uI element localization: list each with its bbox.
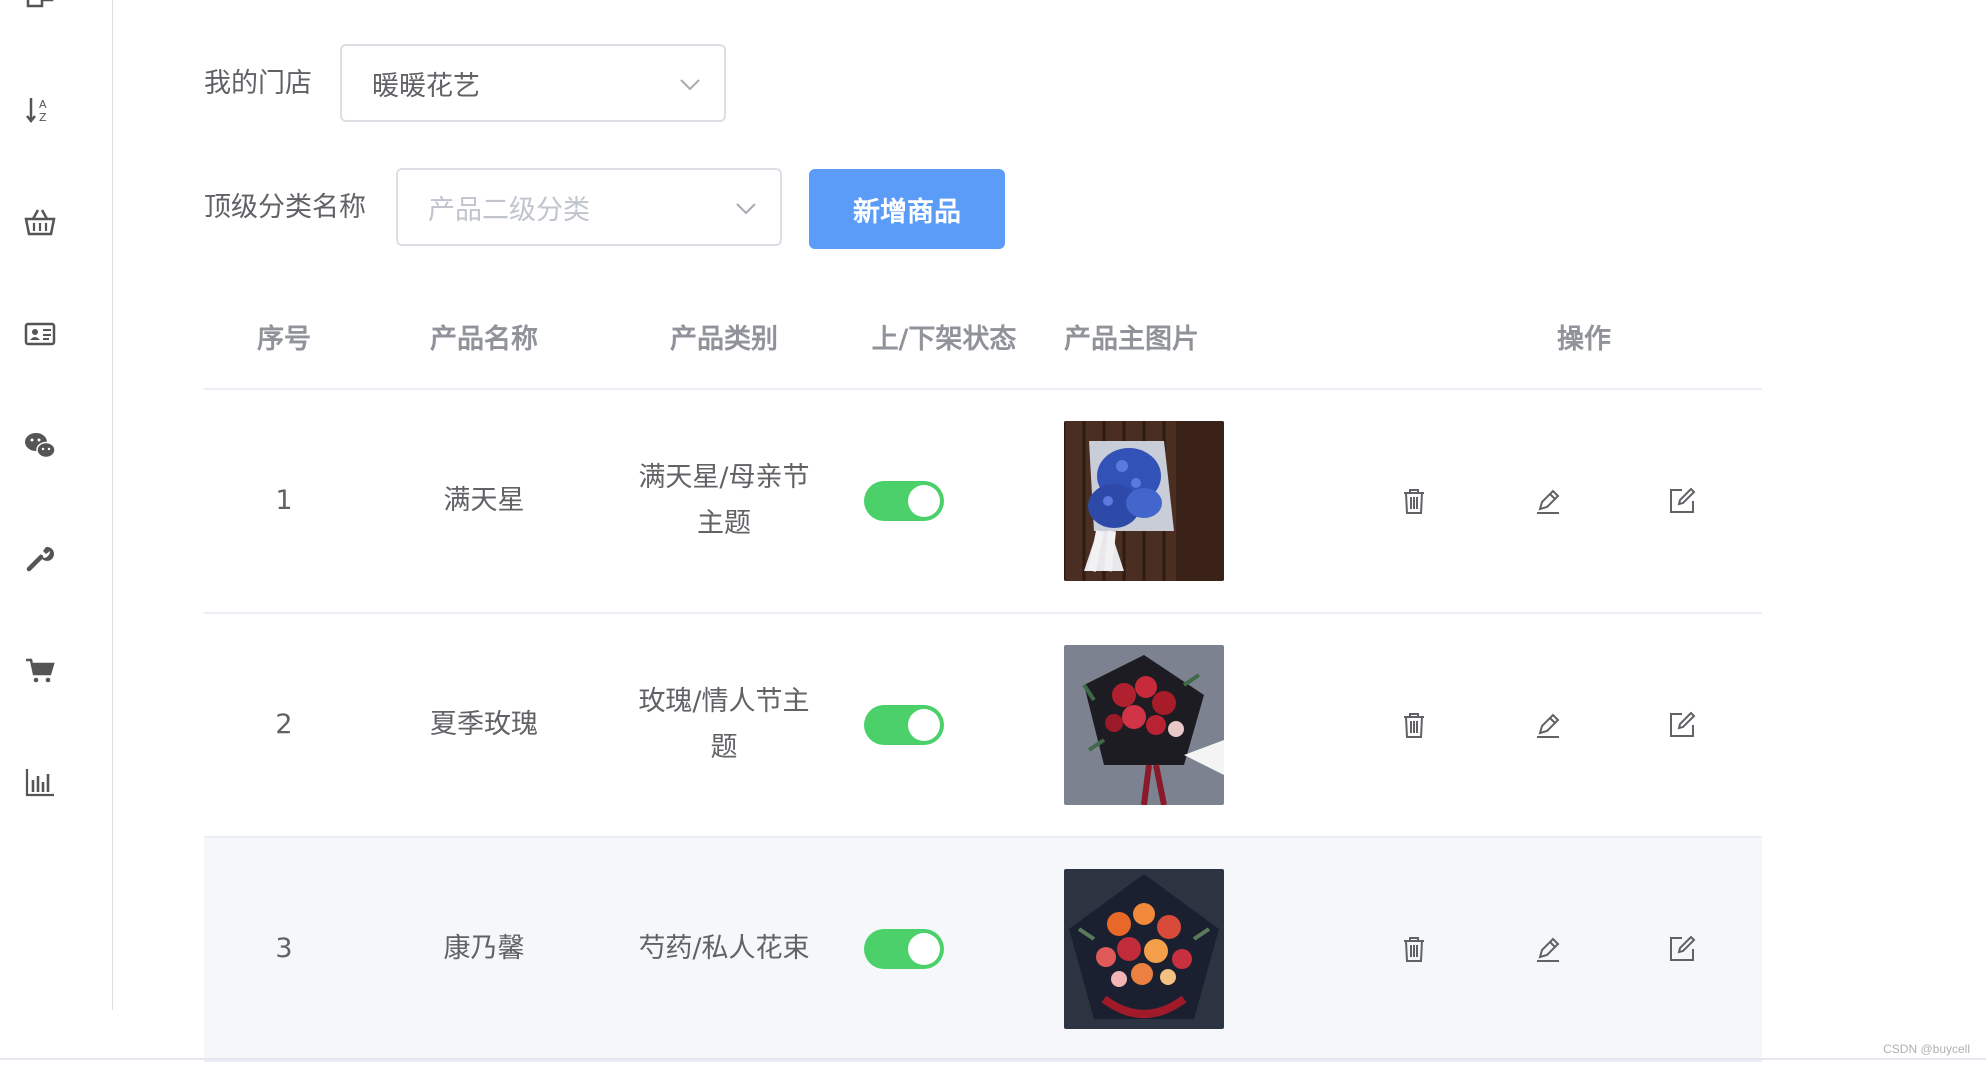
row-index: 3 <box>275 933 293 964</box>
row-category: 芍药/私人花束 <box>638 933 810 964</box>
row-index: 2 <box>275 709 293 740</box>
header-actions: 操作 <box>1557 324 1611 355</box>
category-select-placeholder: 产品二级分类 <box>428 194 590 226</box>
row-category: 满天星/母亲节 主题 <box>638 462 810 539</box>
store-label: 我的门店 <box>204 68 312 99</box>
row-category: 玫瑰/情人节主题 <box>638 686 810 763</box>
sidebar: AZ <box>0 0 113 1010</box>
row-name: 满天星 <box>443 485 525 516</box>
store-select[interactable]: 暖暖花艺 <box>340 44 726 122</box>
status-switch[interactable] <box>864 929 944 969</box>
edit-pencil-icon[interactable] <box>1532 485 1564 517</box>
bottom-divider <box>0 1058 1986 1060</box>
row-delete <box>1374 390 1454 612</box>
category-select[interactable]: 产品二级分类 <box>396 168 782 246</box>
chevron-down-icon <box>680 79 700 91</box>
product-thumbnail[interactable] <box>1064 869 1224 1029</box>
delete-icon[interactable] <box>1398 933 1430 965</box>
row-edit <box>1508 838 1588 1060</box>
row-status <box>864 390 944 612</box>
row-delete <box>1374 838 1454 1060</box>
windows-icon[interactable] <box>22 0 58 24</box>
row-status <box>864 838 944 1060</box>
delete-icon[interactable] <box>1398 485 1430 517</box>
product-table: 序号 产品名称 产品类别 上/下架状态 产品主图片 操作 1 满天星 满天星/母… <box>204 288 1762 1062</box>
table-row: 1 满天星 满天星/母亲节 主题 <box>204 390 1762 614</box>
delete-icon[interactable] <box>1398 709 1430 741</box>
wrench-icon[interactable] <box>22 540 58 576</box>
row-edit-detail <box>1642 838 1722 1060</box>
status-switch[interactable] <box>864 481 944 521</box>
row-name: 夏季玫瑰 <box>430 709 538 740</box>
wechat-icon[interactable] <box>22 428 58 464</box>
watermark: CSDN @buycell <box>1883 1042 1970 1056</box>
row-edit-detail <box>1642 390 1722 612</box>
edit-box-icon[interactable] <box>1666 709 1698 741</box>
edit-pencil-icon[interactable] <box>1532 709 1564 741</box>
row-status <box>864 614 944 836</box>
row-edit <box>1508 390 1588 612</box>
edit-box-icon[interactable] <box>1666 485 1698 517</box>
category-label: 顶级分类名称 <box>204 192 366 223</box>
row-delete <box>1374 614 1454 836</box>
bar-chart-icon[interactable] <box>22 764 58 800</box>
basket-icon[interactable] <box>22 204 58 240</box>
row-image <box>1064 614 1224 836</box>
add-product-button[interactable]: 新增商品 <box>809 169 1005 249</box>
edit-pencil-icon[interactable] <box>1532 933 1564 965</box>
header-category: 产品类别 <box>670 324 778 355</box>
row-edit <box>1508 614 1588 836</box>
row-index: 1 <box>275 485 293 516</box>
table-row: 2 夏季玫瑰 玫瑰/情人节主题 <box>204 614 1762 838</box>
header-status: 上/下架状态 <box>871 324 1017 355</box>
id-card-icon[interactable] <box>22 316 58 352</box>
svg-text:Z: Z <box>39 111 47 124</box>
header-image: 产品主图片 <box>1064 324 1199 355</box>
table-row: 3 康乃馨 芍药/私人花束 <box>204 838 1762 1062</box>
store-select-value: 暖暖花艺 <box>372 70 480 102</box>
header-name: 产品名称 <box>430 324 538 355</box>
row-edit-detail <box>1642 614 1722 836</box>
edit-box-icon[interactable] <box>1666 933 1698 965</box>
row-image <box>1064 390 1224 612</box>
status-switch[interactable] <box>864 705 944 745</box>
cart-icon[interactable] <box>22 652 58 688</box>
table-header: 序号 产品名称 产品类别 上/下架状态 产品主图片 操作 <box>204 288 1762 390</box>
row-name: 康乃馨 <box>443 933 525 964</box>
product-thumbnail[interactable] <box>1064 645 1224 805</box>
svg-text:A: A <box>39 98 47 111</box>
header-index: 序号 <box>257 324 311 355</box>
row-image <box>1064 838 1224 1060</box>
sort-alpha-icon[interactable]: AZ <box>22 92 58 128</box>
chevron-down-icon <box>736 203 756 215</box>
product-thumbnail[interactable] <box>1064 421 1224 581</box>
